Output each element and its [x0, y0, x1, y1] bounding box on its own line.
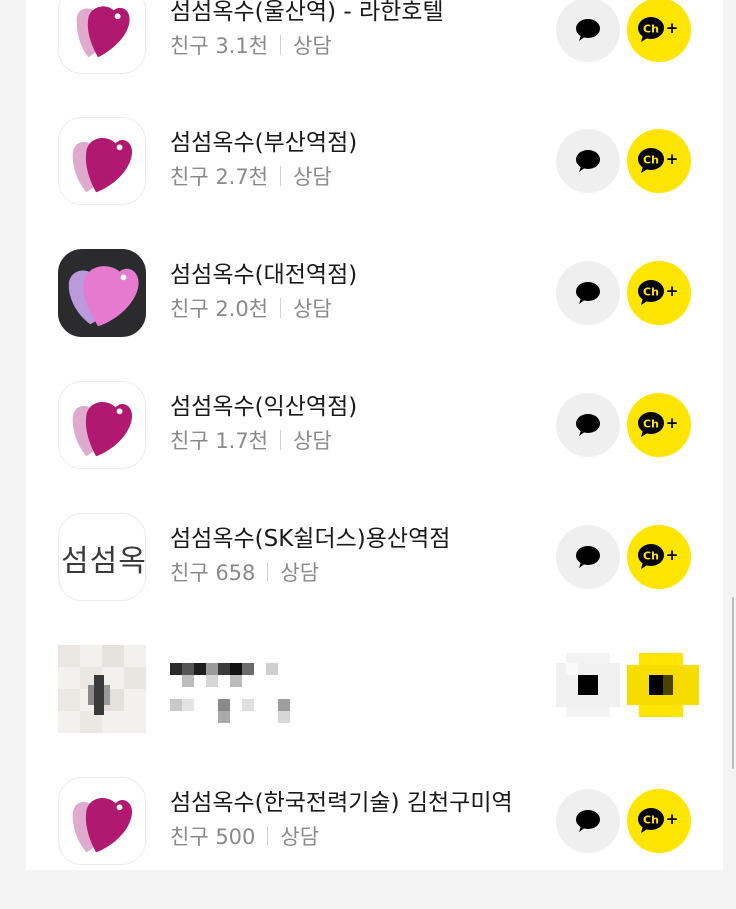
channel-row[interactable]: 섬섬옥수(대전역점) 친구 2.0천 상담 Ch + [26, 249, 723, 381]
speech-bubble-icon [576, 19, 600, 41]
channel-profile-image[interactable] [58, 249, 146, 337]
meta-divider [280, 298, 282, 318]
svg-text:+: + [666, 546, 679, 564]
friend-count: 친구 2.0천 [170, 297, 269, 321]
svg-text:Ch: Ch [643, 550, 659, 563]
channel-meta: 친구 2.7천 상담 [170, 161, 332, 191]
speech-bubble-icon [576, 414, 600, 436]
channel-name[interactable]: 섬섬옥수(익산역점) [170, 387, 357, 421]
friend-count: 친구 3.1천 [170, 34, 269, 58]
add-channel-button[interactable]: Ch + [627, 393, 691, 457]
meta-divider [267, 826, 269, 846]
consult-status: 상담 [293, 165, 332, 189]
channel-row[interactable]: 섬섬옥 섬섬옥수(SK쉴더스)용산역점 친구 658 상담 Ch + [26, 513, 723, 645]
svg-text:Ch: Ch [643, 286, 659, 299]
pixelated-chat-button[interactable] [556, 653, 620, 717]
channel-plus-icon: Ch + [638, 544, 679, 569]
consult-status: 상담 [280, 825, 320, 849]
chat-button[interactable] [556, 0, 620, 62]
channel-row[interactable]: 섬섬옥수(한국전력기술) 김천구미역 친구 500 상담 Ch + [26, 777, 723, 909]
add-channel-button[interactable]: Ch + [627, 0, 691, 62]
svg-text:Ch: Ch [643, 23, 659, 36]
meta-divider [280, 166, 282, 186]
channel-plus-icon: Ch + [638, 808, 679, 833]
heart-logo-icon [72, 797, 133, 853]
speech-bubble-icon [576, 282, 600, 304]
channel-name[interactable]: 섬섬옥수(SK쉴더스)용산역점 [170, 519, 450, 553]
friend-count: 친구 500 [170, 825, 256, 849]
heart-logo-icon [72, 401, 133, 457]
channel-profile-image[interactable] [58, 777, 146, 865]
channel-row-censored[interactable] [26, 645, 723, 777]
pixelated-avatar [58, 645, 146, 733]
meta-divider [280, 35, 282, 55]
chat-button[interactable] [556, 393, 620, 457]
svg-text:+: + [666, 414, 679, 432]
chat-button[interactable] [556, 525, 620, 589]
channel-row[interactable]: 섬섬옥수(울산역) - 라한호텔 친구 3.1천 상담 Ch + [26, 0, 723, 118]
channel-profile-image[interactable] [58, 117, 146, 205]
add-channel-button[interactable]: Ch + [627, 789, 691, 853]
meta-divider [280, 430, 282, 450]
channel-plus-icon: Ch + [638, 412, 679, 437]
svg-text:Ch: Ch [643, 154, 659, 167]
channel-name[interactable]: 섬섬옥수(한국전력기술) 김천구미역 [170, 783, 513, 817]
pixelated-name [170, 663, 330, 723]
scrollbar[interactable] [732, 597, 734, 769]
svg-text:+: + [666, 150, 679, 168]
channel-plus-icon: Ch + [638, 280, 679, 305]
consult-status: 상담 [293, 429, 332, 453]
friend-count: 친구 2.7천 [170, 165, 269, 189]
channel-name[interactable]: 섬섬옥수(대전역점) [170, 255, 357, 289]
add-channel-button[interactable]: Ch + [627, 525, 691, 589]
friend-count: 친구 658 [170, 561, 256, 585]
add-channel-button[interactable]: Ch + [627, 129, 691, 193]
channel-profile-image[interactable]: 섬섬옥 [58, 513, 146, 601]
text-logo: 섬섬옥 [61, 544, 146, 579]
consult-status: 상담 [293, 297, 332, 321]
speech-bubble-icon [576, 150, 600, 172]
chat-button[interactable] [556, 129, 620, 193]
consult-status: 상담 [293, 34, 332, 58]
svg-text:+: + [666, 282, 679, 300]
chat-button[interactable] [556, 789, 620, 853]
channel-profile-image[interactable] [58, 381, 146, 469]
channel-name[interactable]: 섬섬옥수(울산역) - 라한호텔 [170, 0, 444, 26]
channel-meta: 친구 500 상담 [170, 821, 319, 851]
svg-text:Ch: Ch [643, 418, 659, 431]
chat-button[interactable] [556, 261, 620, 325]
heart-logo-icon [72, 137, 133, 193]
channel-meta: 친구 2.0천 상담 [170, 293, 332, 323]
svg-text:+: + [666, 810, 679, 828]
channel-plus-icon: Ch + [638, 17, 679, 42]
consult-status: 상담 [280, 561, 320, 585]
svg-text:Ch: Ch [643, 814, 659, 827]
channel-row[interactable]: 섬섬옥수(부산역점) 친구 2.7천 상담 Ch + [26, 117, 723, 249]
speech-bubble-icon [576, 546, 600, 568]
channel-name[interactable]: 섬섬옥수(부산역점) [170, 123, 357, 157]
meta-divider [267, 562, 269, 582]
channel-meta: 친구 658 상담 [170, 557, 319, 587]
channel-row[interactable]: 섬섬옥수(익산역점) 친구 1.7천 상담 Ch + [26, 381, 723, 513]
heart-logo-icon [76, 6, 130, 58]
channel-meta: 친구 1.7천 상담 [170, 425, 332, 455]
heart-logo-dark-icon [59, 250, 145, 336]
friend-count: 친구 1.7천 [170, 429, 269, 453]
channel-meta: 친구 3.1천 상담 [170, 30, 332, 60]
svg-text:+: + [666, 19, 679, 37]
channel-profile-image[interactable] [58, 0, 146, 74]
channel-list: 섬섬옥수(울산역) - 라한호텔 친구 3.1천 상담 Ch + 섬섬옥수(부산… [26, 0, 723, 870]
speech-bubble-icon [576, 810, 600, 832]
pixelated-add-channel-button[interactable] [627, 653, 699, 717]
add-channel-button[interactable]: Ch + [627, 261, 691, 325]
channel-plus-icon: Ch + [638, 148, 679, 173]
